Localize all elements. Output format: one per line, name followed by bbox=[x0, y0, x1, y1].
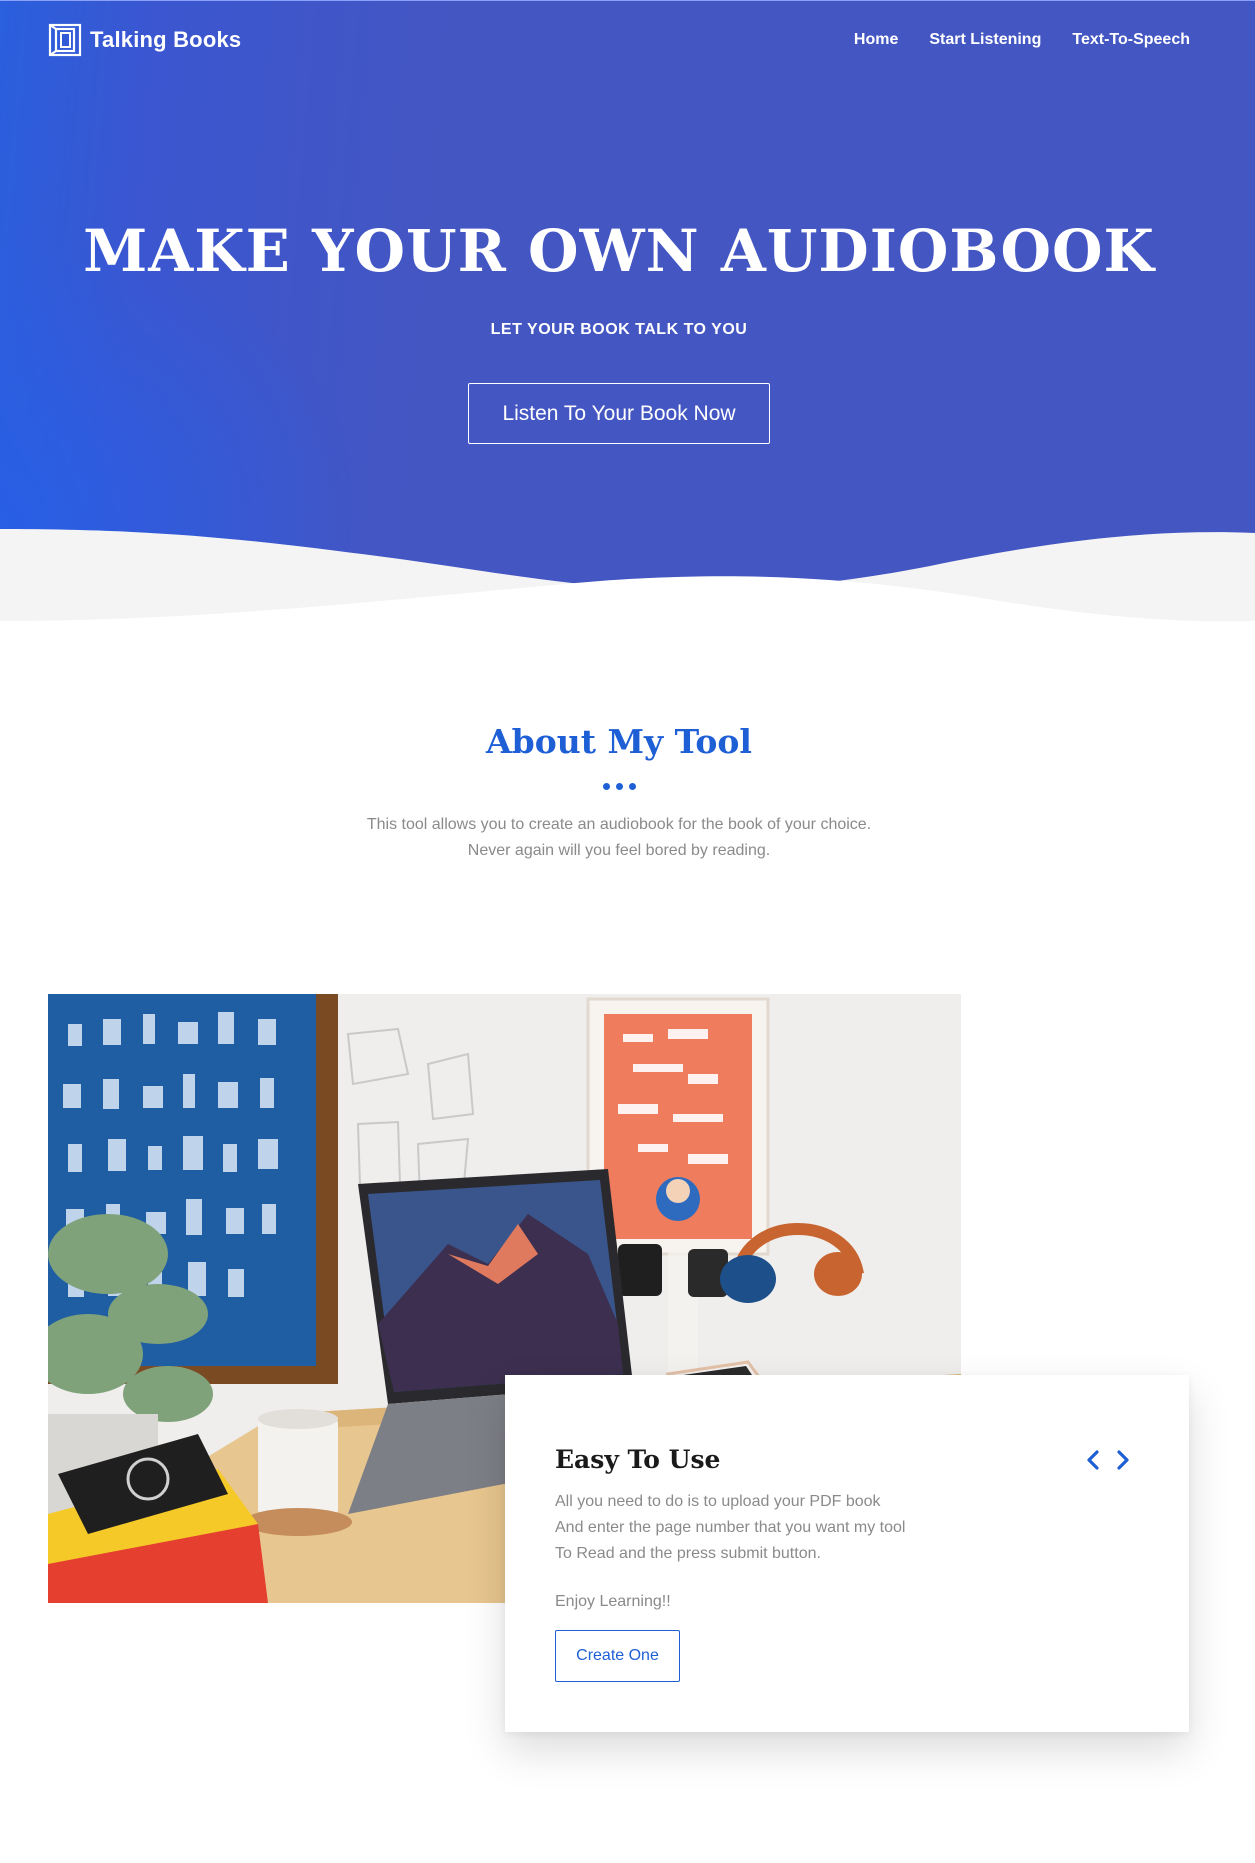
nav-item-text-to-speech[interactable]: Text-To-Speech bbox=[1072, 31, 1190, 49]
about-description: This tool allows you to create an audiob… bbox=[0, 812, 1238, 864]
about-title: About My Tool bbox=[486, 722, 752, 761]
feature-card-line: All you need to do is to upload your PDF… bbox=[555, 1493, 881, 1510]
about-line: Never again will you feel bored by readi… bbox=[467, 842, 771, 859]
chevron-left-icon[interactable] bbox=[1083, 1449, 1103, 1471]
chevron-right-icon[interactable] bbox=[1113, 1449, 1133, 1471]
about-line: This tool allows you to create an audiob… bbox=[366, 816, 872, 833]
feature-card-description: All you need to do is to upload your PDF… bbox=[555, 1489, 975, 1567]
feature-card-title: Easy To Use bbox=[555, 1445, 721, 1474]
hero-wave-divider bbox=[0, 529, 1255, 661]
brand-link[interactable]: Talking Books bbox=[48, 23, 241, 57]
brand-name: Talking Books bbox=[90, 27, 242, 52]
listen-now-button[interactable]: Listen To Your Book Now bbox=[468, 383, 770, 444]
nav-item-home[interactable]: Home bbox=[854, 31, 898, 49]
main-nav: Home Start Listening Text-To-Speech bbox=[854, 31, 1190, 49]
hero-subtitle: LET YOUR BOOK TALK TO YOU bbox=[490, 321, 748, 338]
divider-dot bbox=[603, 783, 610, 790]
book-logo-icon bbox=[48, 23, 82, 57]
create-one-button[interactable]: Create One bbox=[555, 1630, 680, 1682]
divider-dot bbox=[629, 783, 636, 790]
feature-card-line: And enter the page number that you want … bbox=[555, 1519, 906, 1536]
feature-card: Easy To Use All you need to do is to upl… bbox=[505, 1375, 1189, 1732]
divider-dot bbox=[616, 783, 623, 790]
nav-item-start-listening[interactable]: Start Listening bbox=[929, 31, 1041, 49]
feature-card-note: Enjoy Learning!! bbox=[555, 1593, 671, 1610]
feature-card-line: To Read and the press submit button. bbox=[555, 1545, 821, 1562]
hero-section: Talking Books Home Start Listening Text-… bbox=[0, 0, 1255, 661]
title-divider-dots bbox=[603, 783, 636, 790]
hero-title: MAKE YOUR OWN AUDIOBOOK bbox=[83, 217, 1155, 285]
carousel-controls bbox=[1083, 1449, 1133, 1471]
